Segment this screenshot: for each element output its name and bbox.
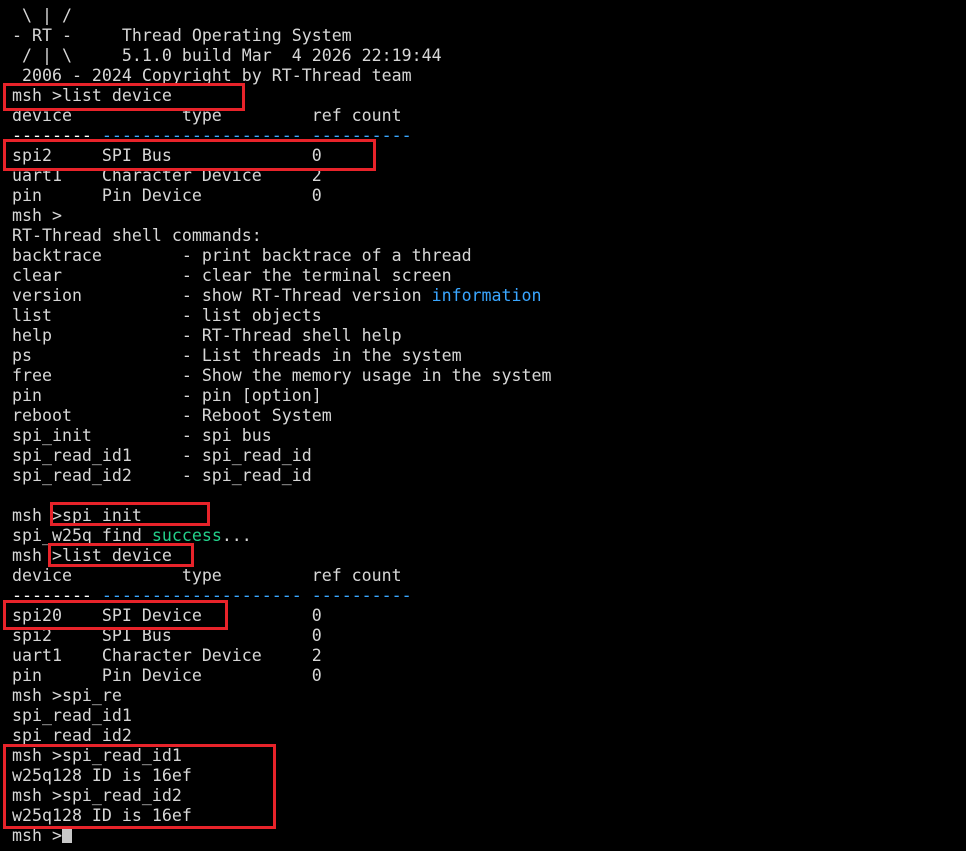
terminal-line: msh >spi_read_id1 xyxy=(12,746,182,766)
terminal-line: msh >spi_init xyxy=(12,506,142,526)
line-text: RT-Thread shell commands: xyxy=(12,226,262,245)
line-text: spi2 SPI Bus 0 xyxy=(12,626,322,645)
line-text: ... xyxy=(221,526,252,545)
terminal-line: msh >spi_read_id2 xyxy=(12,786,182,806)
terminal-line: -------- -------------------- ---------- xyxy=(12,586,412,606)
line-text: ---------- xyxy=(311,126,412,145)
terminal-line: w25q128 ID is 16ef xyxy=(12,766,192,786)
line-text: pin Pin Device 0 xyxy=(12,666,322,685)
terminal-line: spi2 SPI Bus 0 xyxy=(12,626,322,646)
terminal-line: pin - pin [option] xyxy=(12,386,322,406)
cursor-block-icon xyxy=(61,827,72,843)
terminal-line: msh > xyxy=(12,206,62,226)
line-text: pin Pin Device 0 xyxy=(12,186,322,205)
terminal-line: / | \ 5.1.0 build Mar 4 2026 22:19:44 xyxy=(12,46,442,66)
line-text: pin - pin [option] xyxy=(12,386,322,405)
line-text: uart1 Character Device 2 xyxy=(12,646,322,665)
line-text: msh > xyxy=(12,826,62,845)
terminal-line: ps - List threads in the system xyxy=(12,346,462,366)
line-text: spi_w25q find xyxy=(12,526,152,545)
terminal-line: spi2 SPI Bus 0 xyxy=(12,146,322,166)
line-text: ps - List threads in the system xyxy=(12,346,462,365)
line-text: w25q128 ID is 16ef xyxy=(12,766,192,785)
line-text: msh >list device xyxy=(12,546,172,565)
terminal-line: w25q128 ID is 16ef xyxy=(12,806,192,826)
line-text: / | \ 5.1.0 build Mar 4 2026 22:19:44 xyxy=(12,46,442,65)
line-text: 2006 - 2024 Copyright by RT-Thread team xyxy=(12,66,412,85)
line-text: spi_read_id1 - spi_read_id xyxy=(12,446,312,465)
line-text: msh >spi_read_id1 xyxy=(12,746,182,765)
terminal-line: spi_w25q find success... xyxy=(12,526,252,546)
line-text: spi20 SPI Device 0 xyxy=(12,606,322,625)
line-text: free - Show the memory usage in the syst… xyxy=(12,366,552,385)
terminal-line: clear - clear the terminal screen xyxy=(12,266,452,286)
line-text: clear - clear the terminal screen xyxy=(12,266,452,285)
line-text: msh >spi_init xyxy=(12,506,142,525)
line-text: spi_read_id2 xyxy=(12,726,132,745)
line-text: -------------------- xyxy=(101,586,302,605)
line-text: spi2 SPI Bus 0 xyxy=(12,146,322,165)
line-text: success xyxy=(151,526,222,545)
terminal-line: msh > xyxy=(12,826,72,846)
terminal-line: \ | / xyxy=(12,6,72,26)
line-text: uart1 Character Device 2 xyxy=(12,166,322,185)
line-text: device type ref count xyxy=(12,106,402,125)
line-text: -------- xyxy=(12,126,102,145)
terminal-line: spi20 SPI Device 0 xyxy=(12,606,322,626)
line-text: version - show RT-Thread version xyxy=(12,286,432,305)
line-text: backtrace - print backtrace of a thread xyxy=(12,246,472,265)
terminal-line: list - list objects xyxy=(12,306,322,326)
terminal-line: version - show RT-Thread version informa… xyxy=(12,286,542,306)
line-text: list - list objects xyxy=(12,306,322,325)
terminal-line: spi_init - spi bus xyxy=(12,426,272,446)
line-text: help - RT-Thread shell help xyxy=(12,326,402,345)
line-text: reboot - Reboot System xyxy=(12,406,332,425)
line-text: msh >spi_read_id2 xyxy=(12,786,182,805)
line-text: \ | / xyxy=(12,6,72,25)
line-text: msh >list device xyxy=(12,86,172,105)
terminal-line: RT-Thread shell commands: xyxy=(12,226,262,246)
terminal-line: free - Show the memory usage in the syst… xyxy=(12,366,551,386)
terminal-line: backtrace - print backtrace of a thread xyxy=(12,246,472,266)
terminal-line: device type ref count xyxy=(12,106,402,126)
terminal-line: spi_read_id1 - spi_read_id xyxy=(12,446,312,466)
terminal-line: device type ref count xyxy=(12,566,402,586)
terminal-line: pin Pin Device 0 xyxy=(12,666,322,686)
line-text: spi_init - spi bus xyxy=(12,426,272,445)
line-text: msh > xyxy=(12,206,62,225)
line-text: -------------------- xyxy=(101,126,302,145)
terminal-line: - RT - Thread Operating System xyxy=(12,26,352,46)
terminal-line: msh >list device xyxy=(12,546,172,566)
line-text: ---------- xyxy=(311,586,412,605)
line-text: - RT - Thread Operating System xyxy=(12,26,352,45)
terminal-line: spi_read_id2 xyxy=(12,726,132,746)
terminal-window[interactable]: \ | / - RT - Thread Operating System / | … xyxy=(0,0,966,851)
line-text: msh >spi_re xyxy=(12,686,122,705)
line-text: device type ref count xyxy=(12,566,402,585)
terminal-line: pin Pin Device 0 xyxy=(12,186,322,206)
line-text: information xyxy=(431,286,542,305)
line-text: -------- xyxy=(12,586,102,605)
line-text xyxy=(302,586,312,605)
terminal-line: uart1 Character Device 2 xyxy=(12,166,322,186)
line-text: spi_read_id2 - spi_read_id xyxy=(12,466,312,485)
terminal-line: help - RT-Thread shell help xyxy=(12,326,402,346)
line-text: spi_read_id1 xyxy=(12,706,132,725)
line-text xyxy=(302,126,312,145)
terminal-line: uart1 Character Device 2 xyxy=(12,646,322,666)
terminal-line: -------- -------------------- ---------- xyxy=(12,126,412,146)
line-text: w25q128 ID is 16ef xyxy=(12,806,192,825)
terminal-line: msh >spi_re xyxy=(12,686,122,706)
terminal-line: msh >list device xyxy=(12,86,172,106)
terminal-line: spi_read_id2 - spi_read_id xyxy=(12,466,312,486)
terminal-line: reboot - Reboot System xyxy=(12,406,332,426)
terminal-line: 2006 - 2024 Copyright by RT-Thread team xyxy=(12,66,412,86)
terminal-line: spi_read_id1 xyxy=(12,706,132,726)
